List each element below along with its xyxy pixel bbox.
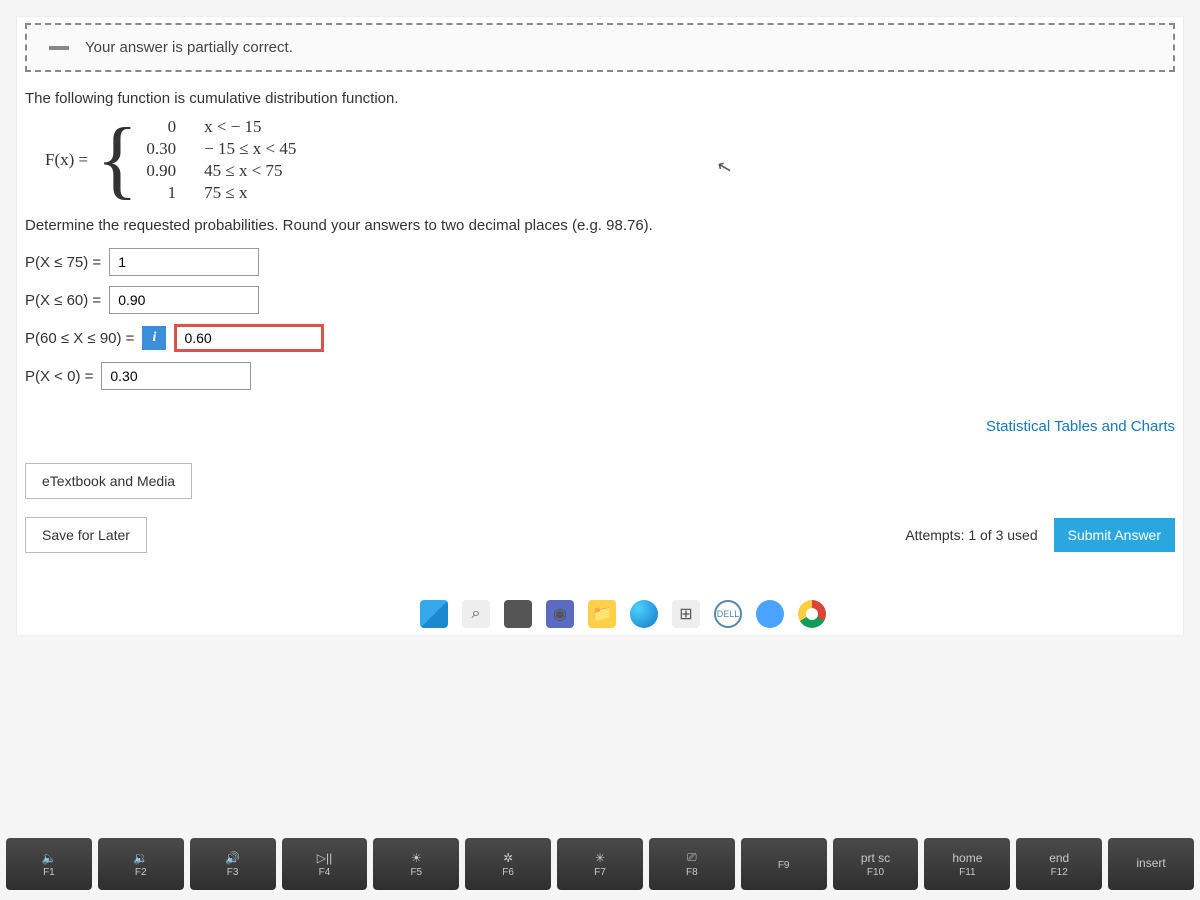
key-f9[interactable]: F9	[741, 838, 827, 890]
key-f12[interactable]: endF12	[1016, 838, 1102, 890]
case-value: 0.90	[146, 161, 182, 181]
answer-input-1[interactable]	[109, 248, 259, 276]
case-value: 0.30	[146, 139, 182, 159]
key-f5[interactable]: ☀F5	[373, 838, 459, 890]
problem-row: P(60 ≤ X ≤ 90) = i	[25, 324, 1175, 352]
answer-input-4[interactable]	[101, 362, 251, 390]
case-value: 1	[146, 183, 182, 203]
feedback-indicator-bar	[49, 46, 69, 50]
dell-icon[interactable]: DELL	[714, 600, 742, 628]
feedback-text: Your answer is partially correct.	[85, 39, 293, 56]
function-definition: F(x) = { 0 x < − 15 0.30 − 15 ≤ x < 45 0…	[45, 117, 1175, 203]
key-f10[interactable]: prt scF10	[833, 838, 919, 890]
question-intro: The following function is cumulative dis…	[25, 90, 1175, 107]
save-for-later-button[interactable]: Save for Later	[25, 517, 147, 553]
store-icon[interactable]: ⊞	[672, 600, 700, 628]
answer-input-3[interactable]	[174, 324, 324, 352]
explorer-icon[interactable]: 📁	[588, 600, 616, 628]
edge-icon[interactable]	[630, 600, 658, 628]
problem-label: P(X ≤ 60) =	[25, 292, 101, 309]
answer-input-2[interactable]	[109, 286, 259, 314]
search-icon[interactable]: ⌕	[462, 600, 490, 628]
problem-label: P(60 ≤ X ≤ 90) =	[25, 330, 134, 347]
start-icon[interactable]	[420, 600, 448, 628]
problem-label: P(X ≤ 75) =	[25, 254, 101, 271]
case-value: 0	[146, 117, 182, 137]
problem-row: P(X ≤ 75) =	[25, 248, 1175, 276]
taskview-icon[interactable]: ▭	[504, 600, 532, 628]
cortana-icon[interactable]	[756, 600, 784, 628]
case-condition: 75 ≤ x	[204, 183, 296, 203]
case-condition: − 15 ≤ x < 45	[204, 139, 296, 159]
key-f4[interactable]: ▷||F4	[282, 838, 368, 890]
key-f2[interactable]: 🔉F2	[98, 838, 184, 890]
key-f1[interactable]: 🔈F1	[6, 838, 92, 890]
feedback-banner: Your answer is partially correct.	[25, 23, 1175, 72]
chat-icon[interactable]: ◉	[546, 600, 574, 628]
key-f8[interactable]: ⎚F8	[649, 838, 735, 890]
submit-answer-button[interactable]: Submit Answer	[1054, 518, 1175, 552]
instruction-text: Determine the requested probabilities. R…	[25, 217, 1175, 234]
info-icon[interactable]: i	[142, 326, 166, 350]
problem-row: P(X < 0) =	[25, 362, 1175, 390]
case-condition: 45 ≤ x < 75	[204, 161, 296, 181]
case-condition: x < − 15	[204, 117, 296, 137]
function-name: F(x) =	[45, 150, 88, 170]
brace-left: {	[96, 125, 138, 195]
key-f6[interactable]: ✲F6	[465, 838, 551, 890]
key-f3[interactable]: 🔊F3	[190, 838, 276, 890]
stats-tables-link[interactable]: Statistical Tables and Charts	[25, 418, 1175, 435]
key-insert[interactable]: insert	[1108, 838, 1194, 890]
windows-taskbar: ⌕ ▭ ◉ 📁 ⊞ DELL	[420, 600, 826, 628]
attempts-text: Attempts: 1 of 3 used	[905, 527, 1037, 543]
keyboard-function-row: 🔈F1 🔉F2 🔊F3 ▷||F4 ☀F5 ✲F6 ✳F7 ⎚F8 F9 prt…	[0, 838, 1200, 890]
key-f7[interactable]: ✳F7	[557, 838, 643, 890]
problem-row: P(X ≤ 60) =	[25, 286, 1175, 314]
action-bar: Save for Later Attempts: 1 of 3 used Sub…	[25, 517, 1175, 553]
problem-label: P(X < 0) =	[25, 368, 93, 385]
etextbook-button[interactable]: eTextbook and Media	[25, 463, 192, 499]
key-f11[interactable]: homeF11	[924, 838, 1010, 890]
question-panel: Your answer is partially correct. The fo…	[16, 16, 1184, 636]
chrome-icon[interactable]	[798, 600, 826, 628]
